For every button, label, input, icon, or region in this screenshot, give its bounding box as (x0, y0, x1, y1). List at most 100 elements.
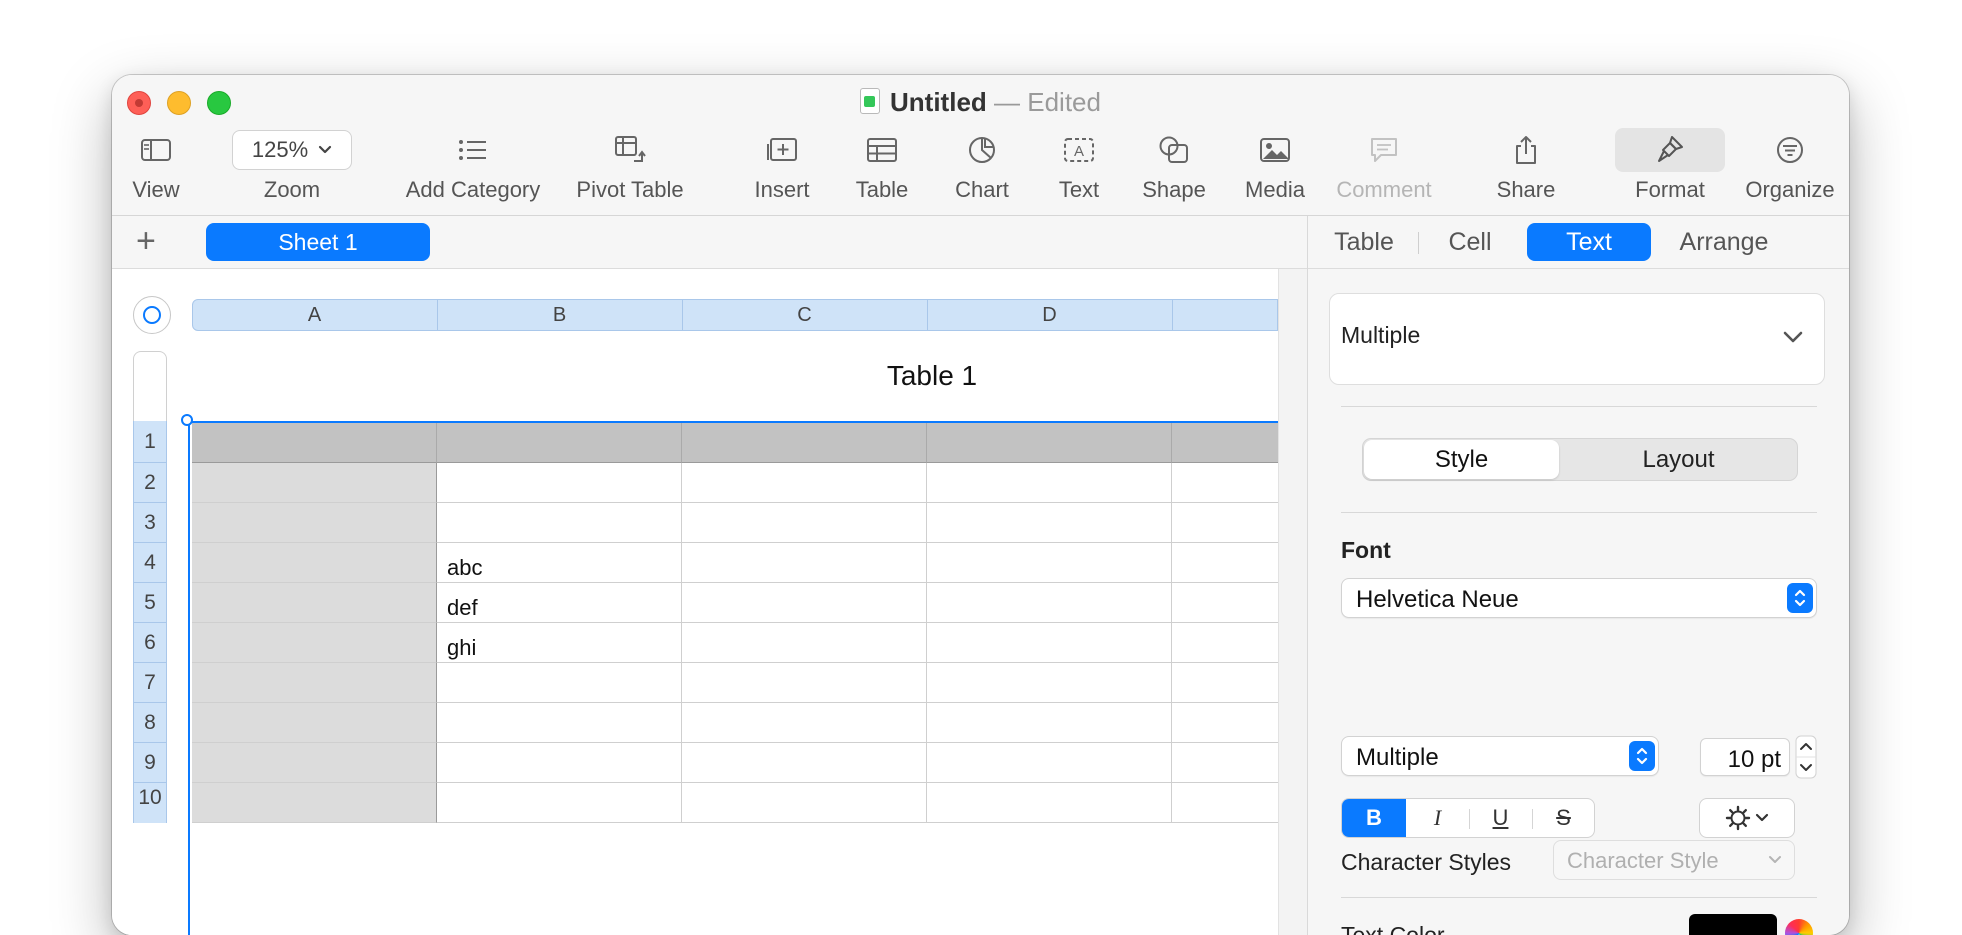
column-header-d[interactable]: D (927, 299, 1172, 331)
row-header-9[interactable]: 9 (133, 743, 167, 783)
table-cell[interactable] (437, 463, 682, 503)
share-button[interactable]: Share (1485, 131, 1567, 203)
zoom-control[interactable]: 125% Zoom (229, 130, 355, 203)
tab-text[interactable]: Text (1527, 223, 1651, 261)
table-cell[interactable] (192, 703, 437, 743)
font-size-field[interactable]: 10 pt (1700, 738, 1790, 776)
column-header-a[interactable]: A (192, 299, 437, 331)
table-cell[interactable] (927, 423, 1172, 463)
table-cell[interactable] (927, 703, 1172, 743)
table-cell[interactable] (927, 543, 1172, 583)
table-cell[interactable] (927, 503, 1172, 543)
table-cell[interactable] (192, 543, 437, 583)
insert-button[interactable]: Insert (741, 131, 823, 203)
table-cell[interactable]: def (437, 583, 682, 623)
table-cell[interactable] (927, 623, 1172, 663)
vertical-scrollbar[interactable] (1278, 269, 1307, 935)
text-box-icon: A (1044, 131, 1114, 169)
text-color-swatch[interactable] (1689, 914, 1777, 935)
table-cell[interactable] (192, 503, 437, 543)
table-cell[interactable] (437, 423, 682, 463)
table-cell[interactable] (192, 463, 437, 503)
tab-arrange[interactable]: Arrange (1660, 223, 1788, 261)
strikethrough-button[interactable]: S (1532, 799, 1595, 837)
row-header-7[interactable]: 7 (133, 663, 167, 703)
advanced-options-button[interactable] (1699, 798, 1795, 838)
table-cell[interactable]: abc (437, 543, 682, 583)
organize-button[interactable]: Organize (1736, 131, 1844, 203)
layout-segment[interactable]: Layout (1560, 440, 1797, 479)
row-header-8[interactable]: 8 (133, 703, 167, 743)
pivot-table-button[interactable]: Pivot Table (568, 131, 692, 203)
table-cell[interactable] (437, 703, 682, 743)
table-cell[interactable] (192, 423, 437, 463)
table-cell[interactable] (192, 583, 437, 623)
table-cell[interactable] (437, 743, 682, 783)
table-cell[interactable] (927, 583, 1172, 623)
table-cell[interactable] (682, 703, 927, 743)
color-wheel-icon[interactable] (1785, 919, 1813, 935)
underline-button[interactable]: U (1469, 799, 1532, 837)
typeface-popup[interactable]: Multiple (1341, 736, 1659, 776)
character-style-popup[interactable]: Character Style (1553, 840, 1795, 880)
add-category-button[interactable]: Add Category (398, 131, 548, 203)
row-header-10[interactable]: 10 (133, 783, 167, 823)
table-cell[interactable] (927, 663, 1172, 703)
table-cell[interactable] (927, 463, 1172, 503)
row-header-5[interactable]: 5 (133, 583, 167, 623)
sheet-tab-bar: + Sheet 1 (112, 216, 1307, 269)
style-segment[interactable]: Style (1364, 440, 1559, 479)
comment-label: Comment (1336, 177, 1432, 202)
table-cell[interactable] (682, 663, 927, 703)
table-cell[interactable] (682, 503, 927, 543)
table-selection-handle[interactable] (181, 414, 193, 426)
table-cell[interactable] (437, 663, 682, 703)
table-cell[interactable] (682, 463, 927, 503)
select-all-button[interactable] (133, 296, 171, 334)
font-family-popup[interactable]: Helvetica Neue (1341, 578, 1817, 618)
table-title[interactable]: Table 1 (112, 360, 1307, 392)
zoom-popup[interactable]: 125% (232, 130, 352, 170)
row-header-3[interactable]: 3 (133, 503, 167, 543)
table-cell[interactable] (682, 743, 927, 783)
comment-button[interactable]: Comment (1330, 131, 1438, 203)
view-button[interactable]: View (126, 131, 186, 203)
table-cell[interactable] (192, 743, 437, 783)
row-header-4[interactable]: 4 (133, 543, 167, 583)
add-sheet-button[interactable]: + (136, 222, 156, 261)
paragraph-style-popup[interactable]: Multiple (1329, 293, 1825, 385)
column-header-c[interactable]: C (682, 299, 927, 331)
chart-button[interactable]: Chart (942, 131, 1022, 203)
text-button[interactable]: A Text (1044, 131, 1114, 203)
table-button[interactable]: Table (842, 131, 922, 203)
table-cell[interactable] (682, 543, 927, 583)
font-size-stepper[interactable] (1795, 735, 1817, 779)
row-header-2[interactable]: 2 (133, 463, 167, 503)
cell-text: ghi (447, 635, 477, 660)
row-header-6[interactable]: 6 (133, 623, 167, 663)
table-cell[interactable] (682, 623, 927, 663)
sheet-canvas[interactable]: ABCD Table 1 1 2 3 4 5 6 7 8 9 10 abc def ghi (112, 269, 1307, 935)
table-cell[interactable] (682, 423, 927, 463)
table-cell[interactable] (192, 663, 437, 703)
sheet-tab-sheet-1[interactable]: Sheet 1 (206, 223, 430, 261)
table-cell[interactable] (192, 623, 437, 663)
shape-button[interactable]: Shape (1133, 131, 1215, 203)
bold-button[interactable]: B (1342, 799, 1406, 837)
table-cell[interactable] (437, 783, 682, 823)
italic-button[interactable]: I (1406, 799, 1469, 837)
table-cell[interactable] (437, 503, 682, 543)
media-button[interactable]: Media (1233, 131, 1317, 203)
table-cell[interactable] (192, 783, 437, 823)
table-cell[interactable] (682, 783, 927, 823)
table-cell[interactable] (927, 743, 1172, 783)
table-cell[interactable] (682, 583, 927, 623)
column-header-b[interactable]: B (437, 299, 682, 331)
table-cell[interactable]: ghi (437, 623, 682, 663)
table-cell[interactable] (927, 783, 1172, 823)
share-label: Share (1496, 177, 1556, 202)
tab-table[interactable]: Table (1322, 223, 1406, 261)
row-header-1[interactable]: 1 (133, 421, 167, 463)
tab-cell[interactable]: Cell (1430, 223, 1510, 261)
format-button[interactable]: Format (1615, 128, 1725, 203)
